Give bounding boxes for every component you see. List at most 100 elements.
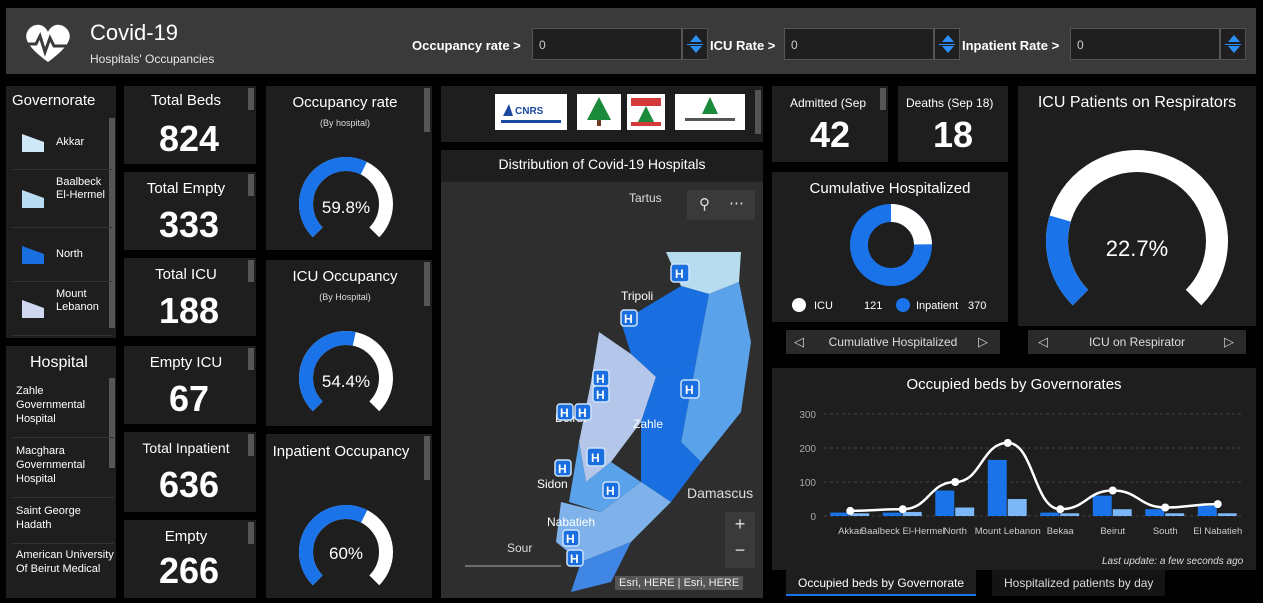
hospital-item[interactable]: American University Of Beirut Medical xyxy=(12,548,114,598)
cumulative-title: Cumulative Hospitalized xyxy=(809,180,971,197)
empty-inpatient-label: Empty xyxy=(164,528,208,545)
map-toolbar: ⚲ ⋯ xyxy=(687,190,755,220)
next-arrow-icon[interactable]: ▷ xyxy=(978,334,988,350)
inpatient-filter-stepper[interactable] xyxy=(1220,28,1246,60)
tab-hospitalized-by-day[interactable]: Hospitalized patients by day xyxy=(992,570,1166,596)
cumulative-nav: ◁ Cumulative Hospitalized ▷ xyxy=(786,330,1000,354)
svg-text:CNRS: CNRS xyxy=(515,106,544,117)
legend-icu-label: ICU xyxy=(814,300,833,312)
svg-text:H: H xyxy=(685,383,694,397)
total-empty-value: 333 xyxy=(158,204,220,245)
inpatient-filter-input[interactable]: 0 xyxy=(1070,28,1220,60)
icu-respirator-nav: ◁ ICU on Respirator ▷ xyxy=(1028,330,1246,354)
card-scrollbar xyxy=(248,348,254,370)
occupied-beds-panel: Occupied beds by Governorates 0 100 200 300… xyxy=(772,368,1256,570)
chart-title: Occupied beds by Governorates xyxy=(906,376,1122,393)
x-tick-label: Akkar xyxy=(838,526,862,537)
lebanon-map[interactable]: Tartus Tripoli Beirut Zahle Sidon Nabati… xyxy=(441,182,763,598)
trend-point xyxy=(1161,503,1170,512)
icu-respirator-value: 22.7% xyxy=(1105,236,1169,261)
icu-gauge-sublabel: (By Hospital) xyxy=(319,292,371,302)
bar xyxy=(955,507,975,516)
occupancy-gauge-label: Occupancy rate xyxy=(292,94,398,111)
inpatient-gauge-label: Inpatient Occupancy xyxy=(272,443,410,460)
hospital-title: Hospital xyxy=(30,354,88,371)
total-beds-card: Total Beds 824 xyxy=(124,86,256,164)
governorate-item-akkar[interactable]: Akkar xyxy=(12,116,112,170)
cumulative-panel: Cumulative Hospitalized ICU 121 Inpatien… xyxy=(772,172,1008,322)
zoom-in-button[interactable]: + xyxy=(725,514,755,535)
total-icu-label: Total ICU xyxy=(155,266,217,283)
admitted-label: Admitted (Sep xyxy=(790,96,867,110)
cnrs-logo: CNRS xyxy=(495,94,567,130)
bar xyxy=(1060,513,1080,516)
governorate-label: Baalbeck El-Hermel xyxy=(56,176,105,201)
bar xyxy=(1040,512,1060,516)
admitted-value: 42 xyxy=(809,114,851,155)
card-scrollbar xyxy=(248,260,254,282)
icu-filter-label: ICU Rate > xyxy=(710,38,776,53)
cedar-logo xyxy=(577,94,621,130)
trend-point xyxy=(1213,500,1222,509)
hospital-item[interactable]: Macghara Governmental Hospital xyxy=(12,444,114,498)
svg-text:H: H xyxy=(560,406,569,420)
card-scrollbar xyxy=(248,522,254,544)
governorate-item-baalbeck[interactable]: Baalbeck El-Hermel xyxy=(12,170,112,228)
icu-filter-stepper[interactable] xyxy=(934,28,960,60)
trend-point xyxy=(1108,486,1117,495)
gauge-track xyxy=(1046,150,1228,306)
card-scrollbar xyxy=(880,88,886,110)
bar xyxy=(1145,509,1165,516)
y-tick-label: 100 xyxy=(799,478,816,489)
card-scrollbar xyxy=(424,436,430,480)
trend-point xyxy=(1003,438,1012,447)
governorate-item-north[interactable]: North xyxy=(12,228,112,282)
hospital-item[interactable]: Saint George Hadath xyxy=(12,504,114,544)
empty-icu-card: Empty ICU 67 xyxy=(124,346,256,424)
bar xyxy=(1112,509,1132,516)
total-empty-label: Total Empty xyxy=(146,180,226,197)
empty-inpatient-value: 266 xyxy=(158,550,220,591)
inpatient-gauge-value: 60% xyxy=(328,544,364,563)
x-tick-label: South xyxy=(1153,526,1178,537)
occupancy-filter-input[interactable]: 0 xyxy=(532,28,682,60)
trend-line xyxy=(850,441,1218,513)
icu-filter-input[interactable]: 0 xyxy=(784,28,934,60)
search-icon[interactable]: ⚲ xyxy=(699,195,710,213)
empty-icu-value: 67 xyxy=(168,378,210,419)
legend-icu-value: 121 xyxy=(864,300,883,312)
zoom-out-button[interactable]: − xyxy=(725,540,755,561)
total-icu-card: Total ICU 188 xyxy=(124,258,256,336)
bar xyxy=(1197,505,1217,516)
y-tick-label: 0 xyxy=(810,512,816,523)
next-arrow-icon[interactable]: ▷ xyxy=(1224,334,1234,350)
governorate-label: Mount Lebanon xyxy=(56,288,99,313)
mount-lebanon-swatch-icon xyxy=(22,300,44,318)
more-options-icon[interactable]: ⋯ xyxy=(729,194,744,212)
bar xyxy=(1217,513,1237,516)
bar xyxy=(1165,513,1185,516)
app-header: Covid-19 Hospitals' Occupancies Occupanc… xyxy=(6,8,1256,74)
trend-point xyxy=(1056,505,1065,514)
occupancy-filter-label: Occupancy rate > xyxy=(412,38,521,53)
total-empty-card: Total Empty 333 xyxy=(124,172,256,250)
card-scrollbar xyxy=(424,88,430,132)
governorate-item-mount-lebanon[interactable]: Mount Lebanon xyxy=(12,282,112,336)
svg-text:H: H xyxy=(566,532,575,546)
occupancy-filter-stepper[interactable] xyxy=(682,28,708,60)
x-tick-label: Beirut xyxy=(1100,526,1125,537)
empty-inpatient-card: Empty 266 xyxy=(124,520,256,598)
empty-icu-label: Empty ICU xyxy=(149,354,223,371)
cumulative-donut xyxy=(850,204,932,286)
legend-inpatient-label: Inpatient xyxy=(916,300,959,312)
hospital-item[interactable]: Zahle Governmental Hospital xyxy=(12,384,114,438)
tab-occupied-beds[interactable]: Occupied beds by Governorate xyxy=(786,570,977,596)
card-scrollbar xyxy=(424,262,430,306)
deaths-card: Deaths (Sep 18) 18 xyxy=(898,86,1008,162)
icu-gauge-panel: ICU Occupancy (By Hospital) 54.4% xyxy=(266,260,432,426)
inpatient-gauge-panel: Inpatient Occupancy 60% xyxy=(266,434,432,598)
trend-point xyxy=(846,506,855,515)
icu-respirator-nav-label: ICU on Respirator xyxy=(1088,335,1186,349)
occupancy-gauge-sublabel: (By hospital) xyxy=(319,118,371,128)
baalbeck-swatch-icon xyxy=(22,190,44,208)
